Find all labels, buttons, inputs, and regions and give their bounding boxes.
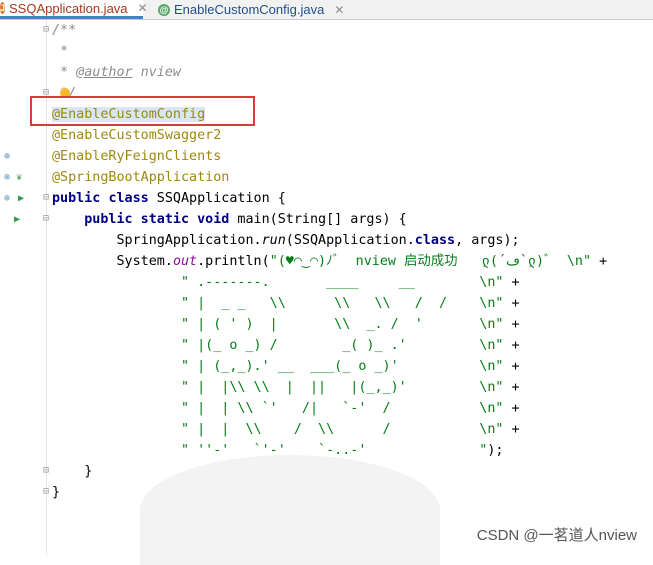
code-line: " | (_,_).' __ ___(_ o _)' \n" + xyxy=(181,359,520,374)
watermark: CSDN @一茗道人nview xyxy=(476,527,637,544)
close-icon[interactable]: ✕ xyxy=(138,1,148,15)
code-line: " | _ _ \\ \\ \\ / / \n" + xyxy=(181,296,520,311)
code-line: " | |\\ \\ | || |(_,_)' \n" + xyxy=(181,380,520,395)
code-line: " | | \\ `' /| `-' / \n" + xyxy=(181,401,520,416)
tab-ssqapplication[interactable]: J SSQApplication.java ✕ xyxy=(0,0,148,19)
code-line: * xyxy=(52,44,69,59)
bean-icon[interactable]: ⊛ xyxy=(4,151,10,163)
code-line: /** xyxy=(52,23,77,38)
fold-icon[interactable]: ⊟ xyxy=(41,466,51,476)
tab-label: EnableCustomConfig.java xyxy=(174,2,325,17)
bean-icon[interactable]: ⊛ xyxy=(4,193,10,205)
code-line: } xyxy=(52,485,61,500)
bean-icon[interactable]: ⊛ xyxy=(4,172,10,184)
background-image xyxy=(140,455,440,565)
code-line: @EnableCustomSwagger2 xyxy=(52,128,222,143)
code-line: " .-------. ____ __ \n" + xyxy=(181,275,520,290)
code-line: public static void main(String[] args) { xyxy=(52,212,407,227)
run-icon[interactable]: ▶ xyxy=(18,193,24,205)
code-line: } xyxy=(52,464,93,479)
tab-label: SSQApplication.java xyxy=(9,0,128,16)
highlight-box xyxy=(30,96,255,126)
code-line: " ''-' `'-' `-..-' "); xyxy=(181,443,504,458)
code-line: SpringApplication.run(SSQApplication.cla… xyxy=(52,233,520,248)
close-icon[interactable]: ✕ xyxy=(334,3,344,17)
editor-tab-bar: J SSQApplication.java ✕ @ EnableCustomCo… xyxy=(0,0,653,20)
code-line: " | | \\ / \\ / \n" + xyxy=(181,422,520,437)
code-line: @EnableRyFeignClients xyxy=(52,149,222,164)
fold-icon[interactable]: ⊟ xyxy=(41,193,51,203)
spring-leaf-icon[interactable]: ❦ xyxy=(16,172,22,184)
code-line: public class SSQApplication { xyxy=(52,191,286,206)
annotation-icon: @ xyxy=(158,3,170,16)
fold-icon[interactable]: ⊟ xyxy=(41,214,51,224)
tab-enablecustomconfig[interactable]: @ EnableCustomConfig.java ✕ xyxy=(158,0,353,19)
code-line: * @author nview xyxy=(52,65,181,80)
run-icon[interactable]: ▶ xyxy=(14,214,20,226)
java-class-icon: J xyxy=(0,2,6,14)
code-line: " | ( ' ) | \\ _. / ' \n" + xyxy=(181,317,520,332)
fold-icon[interactable]: ⊟ xyxy=(41,25,51,35)
code-line: System.out.println("(♥◠‿◠)ﾉﾞ nview 启动成功 … xyxy=(52,254,608,269)
fold-icon[interactable]: ⊟ xyxy=(41,487,51,497)
code-line: @SpringBootApplication xyxy=(52,170,230,185)
code-line: " |(_ o _) / _( )_ .' \n" + xyxy=(181,338,520,353)
